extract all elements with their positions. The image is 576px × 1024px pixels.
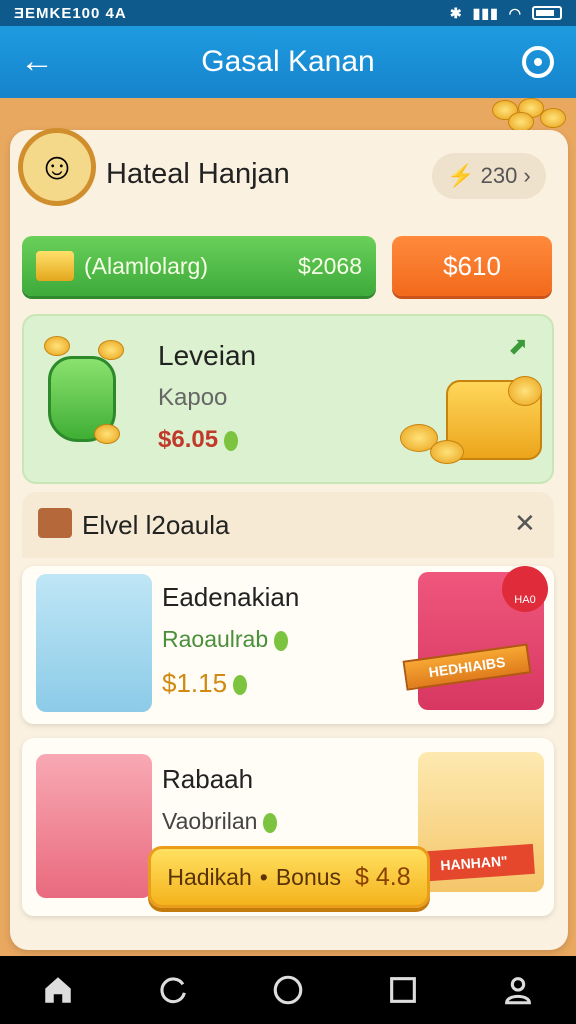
item-subtitle-row: Vaobrilan: [162, 808, 278, 835]
item-subtitle: Raoaulrab: [162, 626, 269, 652]
featured-price: $6.05: [158, 426, 219, 453]
coin-icon: [430, 440, 464, 464]
chevron-right-icon: ›: [523, 163, 531, 188]
gem-icon: [224, 430, 239, 451]
wallet-amount: $2068: [298, 252, 362, 279]
gem-icon: [274, 630, 289, 651]
item-title: Eadenakian: [162, 582, 300, 612]
juice-thumbnail: [36, 574, 152, 712]
bonus-label: Bonus: [275, 863, 342, 890]
money-stack-icon: [36, 251, 74, 281]
balance-value: 230: [480, 163, 518, 188]
bottom-nav: [0, 956, 576, 1024]
profile-icon[interactable]: [498, 970, 538, 1010]
bonus-left-label: Hadikah: [167, 863, 252, 890]
refresh-icon[interactable]: [153, 970, 193, 1010]
coin-icon: [94, 424, 120, 444]
signal-icon: ▮▮▮: [472, 4, 499, 21]
status-icons: ✱ ▮▮▮ ◠: [450, 5, 562, 22]
featured-title: Leveian: [158, 340, 257, 371]
coin-icon: [540, 108, 566, 128]
close-icon[interactable]: ✕: [514, 508, 536, 539]
item-subtitle: Vaobrilan: [162, 808, 258, 834]
bluetooth-icon: ✱: [449, 4, 463, 21]
coin-pile-icon: [400, 370, 550, 470]
bonus-button[interactable]: Hadikah • Bonus $ 4.8: [148, 846, 430, 908]
promo-badge: HA0: [502, 566, 548, 612]
circle-icon[interactable]: [268, 970, 308, 1010]
treasure-icon: [38, 508, 72, 538]
coin-icon: [508, 376, 542, 406]
item-price: $1.15: [162, 668, 228, 698]
arrow-left-icon[interactable]: ←: [20, 44, 54, 78]
item-price-row: $1.15: [162, 668, 248, 699]
wifi-icon: ◠: [508, 4, 522, 21]
featured-subtitle: Kapoo: [158, 384, 228, 411]
bonus-amount: $ 4.8: [355, 862, 411, 891]
status-text: ƎEMKE100 4A: [14, 4, 127, 22]
wallet-bar[interactable]: (Alamlolarg) $2068: [22, 236, 376, 296]
bonus-separator: •: [259, 863, 268, 890]
app-bar: ← Gasal Kanan: [0, 26, 576, 98]
section-title: Elvel l2oaula: [82, 510, 230, 540]
coin-icon: [98, 340, 124, 360]
item-subtitle-row: Raoaulrab: [162, 626, 289, 653]
bolt-icon: ⚡: [447, 163, 475, 188]
item-title: Rabaah: [162, 764, 254, 794]
balance-pill[interactable]: ⚡ 230 ›: [432, 153, 546, 199]
square-icon[interactable]: [383, 970, 423, 1010]
gem-icon: [233, 675, 248, 696]
jar-icon: [44, 336, 124, 446]
wallet-label: (Alamlolarg): [84, 252, 208, 279]
trend-up-icon: ⬈: [508, 333, 529, 360]
target-icon[interactable]: [522, 46, 554, 78]
coin-icon: [508, 112, 534, 132]
avatar-face-icon: ☺: [18, 128, 96, 206]
wallet-action-button[interactable]: $610: [392, 236, 552, 296]
battery-icon: [532, 6, 562, 20]
home-icon[interactable]: [38, 970, 78, 1010]
featured-price-row: $6.05: [158, 426, 239, 454]
profile-name: Hateal Hanjan: [106, 158, 290, 190]
coin-icon: [44, 336, 70, 356]
page-title: Gasal Kanan: [201, 45, 375, 78]
drink-thumbnail: [36, 754, 152, 898]
status-bar: ƎEMKE100 4A ✱ ▮▮▮ ◠: [0, 0, 576, 26]
gem-icon: [263, 812, 278, 833]
avatar[interactable]: ☺: [10, 118, 106, 208]
